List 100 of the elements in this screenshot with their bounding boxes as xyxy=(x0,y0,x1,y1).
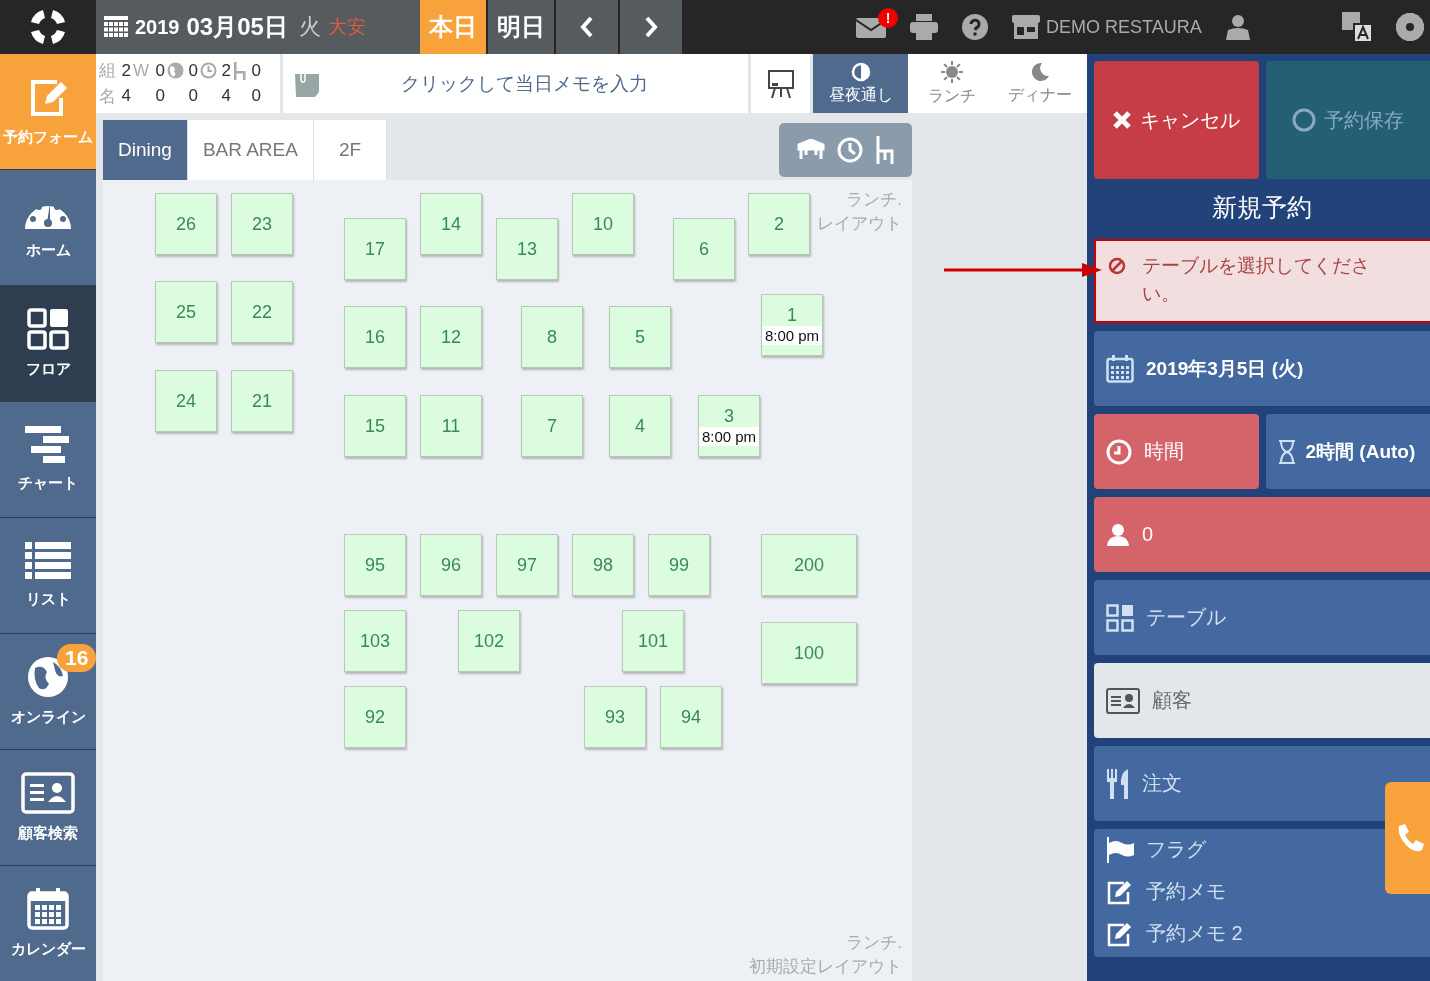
floor-table[interactable]: 92 xyxy=(344,686,406,748)
sidebar-item[interactable]: カレンダー xyxy=(0,866,96,981)
floor-table[interactable]: 11 xyxy=(420,395,482,457)
form-link[interactable]: 予約メモ 2 xyxy=(1106,919,1243,947)
calendar-grid-icon[interactable] xyxy=(104,16,128,38)
table-number: 23 xyxy=(252,213,272,235)
floor-table[interactable]: 25 xyxy=(155,281,217,343)
floor-table[interactable]: 97 xyxy=(496,534,558,596)
translate-icon[interactable] xyxy=(1342,12,1372,42)
floor-table[interactable]: 6 xyxy=(673,218,735,280)
today-button[interactable]: 本日 xyxy=(420,0,488,54)
memo-text[interactable]: クリックして当日メモを入力 xyxy=(401,70,648,97)
form-link[interactable]: フラグ xyxy=(1106,835,1206,863)
next-button[interactable] xyxy=(620,0,684,54)
floor-table[interactable]: 17 xyxy=(344,218,406,280)
notification-badge: ! xyxy=(878,8,898,28)
floor-table[interactable]: 14 xyxy=(420,193,482,255)
table-number: 7 xyxy=(547,415,557,437)
floor-table[interactable]: 12 xyxy=(420,306,482,368)
moon-icon xyxy=(1030,61,1050,82)
floor-table[interactable]: 3 8:00 pm xyxy=(698,395,760,457)
floor-table[interactable]: 13 xyxy=(496,218,558,280)
sidebar-item[interactable]: 顧客検索 xyxy=(0,750,96,866)
duration-row[interactable]: 2時間 (Auto) xyxy=(1265,414,1430,489)
floor-table[interactable]: 93 xyxy=(584,686,646,748)
table-number: 17 xyxy=(365,238,385,260)
time-row[interactable]: 時間 xyxy=(1094,414,1259,489)
user-icon[interactable] xyxy=(1225,14,1250,40)
floor-table[interactable]: 24 xyxy=(155,370,217,432)
stat-value: 0 xyxy=(154,60,165,81)
form-row[interactable]: 注文 xyxy=(1094,746,1430,821)
count-badge: 16 xyxy=(57,644,96,672)
fork-knife-icon xyxy=(1106,768,1130,799)
meal-filter-tab[interactable]: 昼夜通し xyxy=(813,54,908,113)
form-row[interactable]: 顧客 xyxy=(1094,663,1430,738)
table-number: 97 xyxy=(517,554,537,576)
clock-icon xyxy=(200,62,217,80)
sidebar-item[interactable]: リスト xyxy=(0,518,96,634)
floor-table[interactable]: 101 xyxy=(622,610,684,672)
floor-table[interactable]: 96 xyxy=(420,534,482,596)
floor-table[interactable]: 200 xyxy=(761,534,857,596)
sidebar-item[interactable]: 16 オンライン xyxy=(0,634,96,750)
form-row[interactable]: テーブル xyxy=(1094,580,1430,655)
sidebar-item[interactable]: チャート xyxy=(0,402,96,518)
party-size-row[interactable]: 0 xyxy=(1094,497,1430,572)
help-icon[interactable] xyxy=(962,14,988,40)
sidebar-item[interactable]: 予約フォーム xyxy=(0,54,96,170)
floor-table[interactable]: 22 xyxy=(231,281,293,343)
gantt-chart-icon xyxy=(25,426,71,464)
floor-table[interactable]: 16 xyxy=(344,306,406,368)
table-number: 94 xyxy=(681,706,701,728)
table-number: 1 xyxy=(787,305,797,326)
table-number: 4 xyxy=(635,415,645,437)
clock-icon xyxy=(836,136,863,163)
form-link[interactable]: 予約メモ xyxy=(1106,877,1226,905)
sidebar-item[interactable]: フロア xyxy=(0,286,96,402)
floor-table[interactable]: 8 xyxy=(521,306,583,368)
table-number: 6 xyxy=(699,238,709,260)
floor-table[interactable]: 26 xyxy=(155,193,217,255)
alert-message: テーブルを選択してください。 xyxy=(1142,254,1371,306)
hourglass-icon xyxy=(1277,439,1296,464)
stat-label: 組 xyxy=(99,60,117,83)
stat-value: 2 xyxy=(120,60,131,81)
floor-table[interactable]: 21 xyxy=(231,370,293,432)
date-year: 2019 xyxy=(135,15,180,39)
cancel-button[interactable]: キャンセル xyxy=(1094,61,1259,179)
floor-table[interactable]: 95 xyxy=(344,534,406,596)
floor-table[interactable]: 5 xyxy=(609,306,671,368)
floor-table[interactable]: 100 xyxy=(761,622,857,684)
floor-table[interactable]: 1 8:00 pm xyxy=(761,294,823,356)
floor-table[interactable]: 99 xyxy=(648,534,710,596)
print-icon[interactable] xyxy=(910,14,938,40)
floor-table[interactable]: 98 xyxy=(572,534,634,596)
table-number: 22 xyxy=(252,301,272,323)
floor-table[interactable]: 94 xyxy=(660,686,722,748)
previous-button[interactable] xyxy=(556,0,620,54)
floor-tab[interactable]: Dining xyxy=(103,120,188,180)
floor-table[interactable]: 103 xyxy=(344,610,406,672)
calendar-icon xyxy=(1106,354,1134,383)
floor-table[interactable]: 10 xyxy=(572,193,634,255)
table-number: 15 xyxy=(365,415,385,437)
flag-icon xyxy=(1106,835,1134,863)
floor-table[interactable]: 2 xyxy=(748,193,810,255)
contact-card-icon xyxy=(1106,687,1140,714)
table-number: 3 xyxy=(724,406,734,427)
table-number: 16 xyxy=(365,326,385,348)
stat-value: 0 xyxy=(187,60,198,81)
mail-icon[interactable] xyxy=(856,16,886,38)
floor-table[interactable]: 7 xyxy=(521,395,583,457)
floor-table[interactable]: 102 xyxy=(458,610,520,672)
view-options-button[interactable] xyxy=(779,122,912,177)
floor-table[interactable]: 4 xyxy=(609,395,671,457)
sidebar-item[interactable]: ホーム xyxy=(0,170,96,286)
table-number: 25 xyxy=(176,301,196,323)
table-number: 26 xyxy=(176,213,196,235)
floor-table[interactable]: 23 xyxy=(231,193,293,255)
table-number: 93 xyxy=(605,706,625,728)
date-row[interactable]: 2019年3月5日 (火) xyxy=(1094,331,1430,406)
tomorrow-button[interactable]: 明日 xyxy=(488,0,556,54)
floor-table[interactable]: 15 xyxy=(344,395,406,457)
